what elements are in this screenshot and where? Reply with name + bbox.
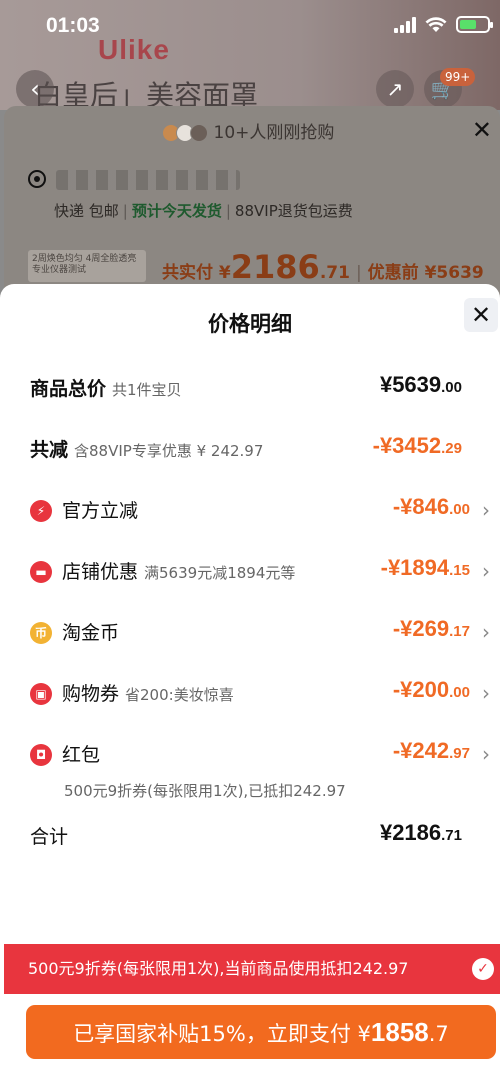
row-amount: -¥846.00	[392, 494, 470, 519]
row-sub: 含88VIP专享优惠 ¥ 242.97	[74, 442, 264, 460]
row-taojinbi[interactable]: 币 淘金币 -¥269.17 ›	[30, 616, 490, 648]
row-amount: -¥200.00	[392, 677, 470, 702]
share-icon: ↗	[386, 77, 404, 101]
row-label: 红包	[62, 744, 101, 766]
row-amount: -¥1894.15	[380, 555, 470, 580]
row-total: 合计 ¥2186.71	[30, 820, 490, 852]
row-sub: 省200:美妆惊喜	[125, 686, 234, 704]
row-amount: ¥2186.71	[379, 820, 462, 845]
close-button[interactable]: ✕	[464, 298, 498, 332]
row-red-packet[interactable]: ◘ 红包 -¥242.97 ›	[30, 738, 490, 770]
chevron-right-icon: ›	[482, 742, 490, 766]
pay-text: 已享国家补贴15%，立即支付 ¥	[73, 1022, 371, 1046]
row-amount: -¥3452.29	[372, 433, 462, 458]
pay-amount-dec: .7	[428, 1022, 449, 1046]
row-official-discount[interactable]: ⚡ 官方立减 -¥846.00 ›	[30, 494, 490, 526]
chevron-right-icon: ›	[482, 620, 490, 644]
cart-badge: 99+	[440, 68, 476, 86]
row-amount: ¥5639.00	[379, 372, 462, 397]
red-packet-note: 500元9折券(每张限用1次),已抵扣242.97	[64, 782, 346, 800]
row-label: 合计	[30, 826, 69, 848]
location-pin-icon	[28, 170, 46, 188]
share-button[interactable]: ↗	[376, 70, 414, 108]
pay-amount-int: 1858	[370, 1017, 429, 1047]
row-label: 购物券	[62, 683, 120, 705]
row-amount: -¥269.17	[392, 616, 470, 641]
paid-summary: 共实付 ¥2186.71 | 优惠前 ¥5639	[162, 248, 484, 286]
row-shopping-coupon[interactable]: ▣ 购物券 省200:美妆惊喜 -¥200.00 ›	[30, 677, 490, 709]
close-icon: ✕	[470, 301, 492, 329]
pay-now-button[interactable]: 已享国家补贴15%，立即支付 ¥1858.7	[26, 1005, 496, 1059]
close-icon[interactable]: ✕	[472, 116, 492, 144]
row-label: 商品总价	[30, 378, 107, 400]
grab-banner: 10+人刚刚抢购	[0, 118, 496, 143]
row-total-discount: 共减 含88VIP专享优惠 ¥ 242.97 -¥3452.29	[30, 433, 490, 465]
row-sub: 满5639元减1894元等	[144, 564, 296, 582]
notice-text: 500元9折券(每张限用1次),当前商品使用抵扣242.97	[28, 959, 409, 978]
shop-icon: ▬	[30, 561, 52, 583]
row-amount: -¥242.97	[392, 738, 470, 763]
row-label: 官方立减	[62, 500, 139, 522]
row-label: 淘金币	[62, 622, 120, 644]
status-icons	[394, 16, 493, 33]
chevron-right-icon: ›	[482, 498, 490, 522]
promo-thumbnail: 2周焕色均匀 4周全脸透亮 专业仪器测试	[28, 250, 146, 282]
signal-icon	[394, 16, 416, 33]
status-bar: 01:03	[0, 0, 500, 56]
sheet-title: 价格明细	[208, 312, 292, 336]
lightning-icon: ⚡	[30, 500, 52, 522]
coin-icon: 币	[30, 622, 52, 644]
row-label: 共减	[30, 439, 69, 461]
address-redacted[interactable]	[56, 170, 240, 190]
row-label: 店铺优惠	[62, 561, 139, 583]
check-icon[interactable]: ✓	[472, 958, 494, 980]
row-sub: 共1件宝贝	[112, 381, 182, 399]
back-button[interactable]: ‹	[16, 70, 54, 108]
ticket-icon: ▣	[30, 683, 52, 705]
row-subtotal: 商品总价 共1件宝贝 ¥5639.00	[30, 372, 490, 404]
chevron-right-icon: ›	[482, 559, 490, 583]
redpacket-icon: ◘	[30, 744, 52, 766]
chevron-left-icon: ‹	[30, 75, 40, 103]
shipping-info: 快递 包邮 | 预计今天发货 | 88VIP退货包运费	[54, 202, 353, 220]
row-shop-discount[interactable]: ▬ 店铺优惠 满5639元减1894元等 -¥1894.15 ›	[30, 555, 490, 587]
price-detail-sheet: 价格明细 ✕ 商品总价 共1件宝贝 ¥5639.00 共减 含88VIP专享优惠 ¥…	[0, 284, 500, 1068]
battery-icon	[456, 16, 493, 33]
coupon-notice-bar[interactable]: 500元9折券(每张限用1次),当前商品使用抵扣242.97 ✓	[4, 944, 500, 994]
wifi-icon	[425, 16, 447, 32]
chevron-right-icon: ›	[482, 681, 490, 705]
buyer-avatars	[161, 124, 208, 142]
status-time: 01:03	[46, 14, 100, 37]
grab-text: 10+人刚刚抢购	[213, 123, 335, 143]
